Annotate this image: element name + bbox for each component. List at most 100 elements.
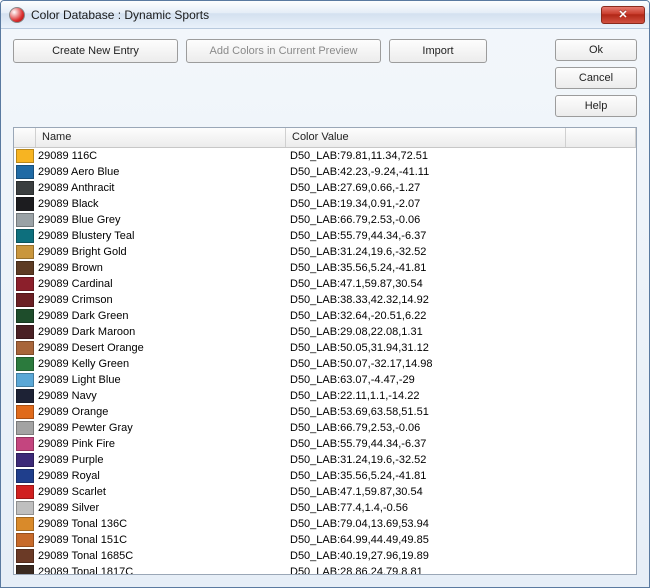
row-value: D50_LAB:35.56,5.24,-41.81 (286, 262, 636, 274)
add-colors-button: Add Colors in Current Preview (186, 39, 381, 63)
row-value: D50_LAB:50.05,31.94,31.12 (286, 342, 636, 354)
ok-button[interactable]: Ok (555, 39, 637, 61)
color-grid: Name Color Value 29089 116CD50_LAB:79.81… (13, 127, 637, 575)
row-value: D50_LAB:77.4,1.4,-0.56 (286, 502, 636, 514)
row-value: D50_LAB:31.24,19.6,-32.52 (286, 246, 636, 258)
table-row[interactable]: 29089 Dark GreenD50_LAB:32.64,-20.51,6.2… (14, 308, 636, 324)
row-value: D50_LAB:22.11,1.1,-14.22 (286, 390, 636, 402)
color-swatch (16, 549, 34, 563)
row-name: 29089 Pewter Gray (36, 422, 286, 434)
table-row[interactable]: 29089 SilverD50_LAB:77.4,1.4,-0.56 (14, 500, 636, 516)
help-button[interactable]: Help (555, 95, 637, 117)
row-name: 29089 Anthracit (36, 182, 286, 194)
table-row[interactable]: 29089 RoyalD50_LAB:35.56,5.24,-41.81 (14, 468, 636, 484)
main-actions: Create New Entry Add Colors in Current P… (13, 39, 545, 117)
color-swatch (16, 229, 34, 243)
row-name: 29089 Silver (36, 502, 286, 514)
table-row[interactable]: 29089 Desert OrangeD50_LAB:50.05,31.94,3… (14, 340, 636, 356)
table-row[interactable]: 29089 AnthracitD50_LAB:27.69,0.66,-1.27 (14, 180, 636, 196)
table-row[interactable]: 29089 Bright GoldD50_LAB:31.24,19.6,-32.… (14, 244, 636, 260)
table-row[interactable]: 29089 PurpleD50_LAB:31.24,19.6,-32.52 (14, 452, 636, 468)
table-row[interactable]: 29089 Blue GreyD50_LAB:66.79,2.53,-0.06 (14, 212, 636, 228)
table-row[interactable]: 29089 Dark MaroonD50_LAB:29.08,22.08,1.3… (14, 324, 636, 340)
table-row[interactable]: 29089 Aero BlueD50_LAB:42.23,-9.24,-41.1… (14, 164, 636, 180)
app-icon (9, 7, 25, 23)
table-row[interactable]: 29089 Light BlueD50_LAB:63.07,-4.47,-29 (14, 372, 636, 388)
row-value: D50_LAB:64.99,44.49,49.85 (286, 534, 636, 546)
row-value: D50_LAB:79.81,11.34,72.51 (286, 150, 636, 162)
row-value: D50_LAB:63.07,-4.47,-29 (286, 374, 636, 386)
row-name: 29089 Pink Fire (36, 438, 286, 450)
table-row[interactable]: 29089 CrimsonD50_LAB:38.33,42.32,14.92 (14, 292, 636, 308)
table-row[interactable]: 29089 BlackD50_LAB:19.34,0.91,-2.07 (14, 196, 636, 212)
grid-body[interactable]: 29089 116CD50_LAB:79.81,11.34,72.5129089… (14, 148, 636, 574)
window-frame: Color Database : Dynamic Sports ✕ Create… (0, 0, 650, 588)
row-name: 29089 Desert Orange (36, 342, 286, 354)
row-name: 29089 Black (36, 198, 286, 210)
row-name: 29089 Tonal 136C (36, 518, 286, 530)
column-name[interactable]: Name (36, 128, 286, 147)
color-swatch (16, 341, 34, 355)
table-row[interactable]: 29089 Tonal 151CD50_LAB:64.99,44.49,49.8… (14, 532, 636, 548)
table-row[interactable]: 29089 116CD50_LAB:79.81,11.34,72.51 (14, 148, 636, 164)
table-row[interactable]: 29089 CardinalD50_LAB:47.1,59.87,30.54 (14, 276, 636, 292)
color-swatch (16, 213, 34, 227)
row-value: D50_LAB:66.79,2.53,-0.06 (286, 422, 636, 434)
import-button[interactable]: Import (389, 39, 487, 63)
row-value: D50_LAB:79.04,13.69,53.94 (286, 518, 636, 530)
table-row[interactable]: 29089 Kelly GreenD50_LAB:50.07,-32.17,14… (14, 356, 636, 372)
color-swatch (16, 149, 34, 163)
column-extra[interactable] (566, 128, 636, 147)
row-name: 29089 Crimson (36, 294, 286, 306)
row-name: 29089 Brown (36, 262, 286, 274)
color-swatch (16, 197, 34, 211)
column-color-value[interactable]: Color Value (286, 128, 566, 147)
color-swatch (16, 485, 34, 499)
row-name: 29089 Kelly Green (36, 358, 286, 370)
table-row[interactable]: 29089 Pewter GrayD50_LAB:66.79,2.53,-0.0… (14, 420, 636, 436)
row-value: D50_LAB:53.69,63.58,51.51 (286, 406, 636, 418)
table-row[interactable]: 29089 BrownD50_LAB:35.56,5.24,-41.81 (14, 260, 636, 276)
row-value: D50_LAB:35.56,5.24,-41.81 (286, 470, 636, 482)
row-name: 29089 Dark Green (36, 310, 286, 322)
color-swatch (16, 437, 34, 451)
table-row[interactable]: 29089 NavyD50_LAB:22.11,1.1,-14.22 (14, 388, 636, 404)
row-value: D50_LAB:50.07,-32.17,14.98 (286, 358, 636, 370)
close-icon: ✕ (618, 8, 627, 21)
row-name: 29089 Purple (36, 454, 286, 466)
color-swatch (16, 245, 34, 259)
color-swatch (16, 517, 34, 531)
close-button[interactable]: ✕ (601, 6, 645, 24)
grid-header[interactable]: Name Color Value (14, 128, 636, 148)
table-row[interactable]: 29089 Pink FireD50_LAB:55.79,44.34,-6.37 (14, 436, 636, 452)
color-swatch (16, 165, 34, 179)
color-swatch (16, 453, 34, 467)
table-row[interactable]: 29089 OrangeD50_LAB:53.69,63.58,51.51 (14, 404, 636, 420)
row-value: D50_LAB:40.19,27.96,19.89 (286, 550, 636, 562)
row-value: D50_LAB:47.1,59.87,30.54 (286, 486, 636, 498)
row-name: 29089 Tonal 1685C (36, 550, 286, 562)
table-row[interactable]: 29089 Tonal 136CD50_LAB:79.04,13.69,53.9… (14, 516, 636, 532)
row-value: D50_LAB:47.1,59.87,30.54 (286, 278, 636, 290)
row-name: 29089 Light Blue (36, 374, 286, 386)
color-swatch (16, 565, 34, 574)
row-value: D50_LAB:31.24,19.6,-32.52 (286, 454, 636, 466)
table-row[interactable]: 29089 Tonal 1685CD50_LAB:40.19,27.96,19.… (14, 548, 636, 564)
row-value: D50_LAB:42.23,-9.24,-41.11 (286, 166, 636, 178)
row-value: D50_LAB:28.86,24.79,8.81 (286, 566, 636, 574)
row-name: 29089 Cardinal (36, 278, 286, 290)
color-swatch (16, 373, 34, 387)
create-new-entry-button[interactable]: Create New Entry (13, 39, 178, 63)
color-swatch (16, 421, 34, 435)
color-swatch (16, 469, 34, 483)
row-name: 29089 Navy (36, 390, 286, 402)
row-value: D50_LAB:29.08,22.08,1.31 (286, 326, 636, 338)
cancel-button[interactable]: Cancel (555, 67, 637, 89)
row-name: 29089 Scarlet (36, 486, 286, 498)
row-name: 29089 116C (36, 150, 286, 162)
table-row[interactable]: 29089 Blustery TealD50_LAB:55.79,44.34,-… (14, 228, 636, 244)
title-bar[interactable]: Color Database : Dynamic Sports ✕ (1, 1, 649, 29)
table-row[interactable]: 29089 ScarletD50_LAB:47.1,59.87,30.54 (14, 484, 636, 500)
column-swatch[interactable] (14, 128, 36, 147)
table-row[interactable]: 29089 Tonal 1817CD50_LAB:28.86,24.79,8.8… (14, 564, 636, 574)
